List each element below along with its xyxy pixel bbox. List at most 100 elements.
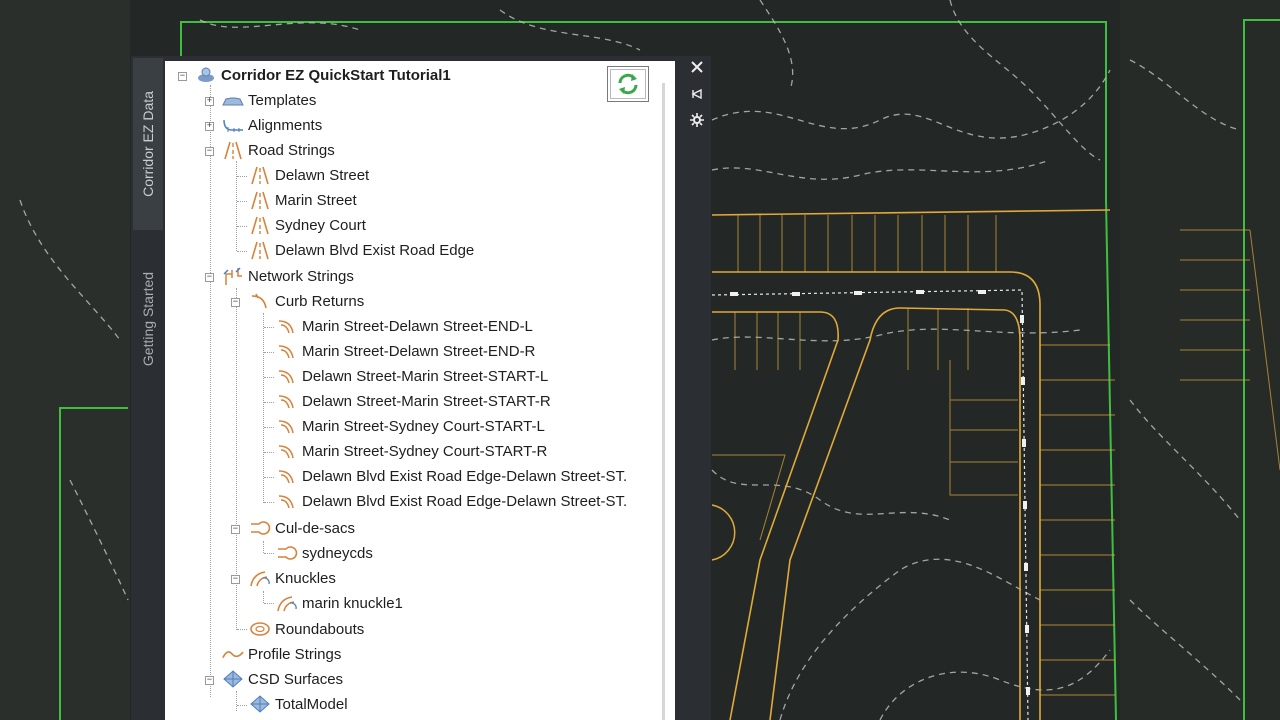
tree-item-surface[interactable]: TotalModel: [249, 692, 348, 716]
road-string-icon: [249, 165, 271, 185]
tree-item-curb-return[interactable]: Delawn Street-Marin Street-START-L: [276, 364, 548, 388]
tree-item-road-string[interactable]: Delawn Blvd Exist Road Edge: [249, 238, 474, 262]
curb-return-icon: [276, 366, 298, 386]
station-tick: [854, 291, 862, 295]
gear-icon: [690, 113, 704, 127]
curb-return-icon: [249, 291, 271, 311]
collapse-network-strings-toggle[interactable]: −: [205, 273, 214, 282]
tree-item-road-string[interactable]: Delawn Street: [249, 163, 369, 187]
corridor-ez-tree: − + + − − − − − − Corridor EZ QuickStart…: [165, 61, 675, 720]
collapse-csd-surfaces-toggle[interactable]: −: [205, 676, 214, 685]
expand-templates-toggle[interactable]: +: [205, 97, 214, 106]
curb-return-icon: [276, 316, 298, 336]
tree-scrollbar[interactable]: [662, 83, 665, 720]
curb-return-icon: [276, 491, 298, 511]
tree-item-curb-return[interactable]: Marin Street-Delawn Street-END-L: [276, 314, 533, 338]
tree-item-curb-return[interactable]: Delawn Street-Marin Street-START-R: [276, 389, 551, 413]
cul-de-sac-label: sydneycds: [302, 544, 373, 562]
curb-return-label: Marin Street-Delawn Street-END-L: [302, 317, 533, 335]
tab-getting-started[interactable]: Getting Started: [133, 244, 163, 394]
station-tick: [978, 290, 986, 294]
refresh-button[interactable]: [607, 66, 649, 102]
road-string-icon: [222, 140, 244, 160]
station-tick: [792, 292, 800, 296]
cul-de-sacs-label: Cul-de-sacs: [275, 519, 356, 537]
curb-return-label: Delawn Blvd Exist Road Edge-Delawn Stree…: [302, 492, 628, 510]
close-palette-button[interactable]: [688, 58, 706, 76]
tree-item-curb-return[interactable]: Marin Street-Sydney Court-START-R: [276, 439, 547, 463]
csd-surfaces-label: CSD Surfaces: [248, 670, 344, 688]
road-strings-label: Road Strings: [248, 141, 335, 159]
surface-icon: [249, 694, 271, 714]
alignments-label: Alignments: [248, 116, 323, 134]
expand-alignments-toggle[interactable]: +: [205, 122, 214, 131]
surface-icon: [222, 669, 244, 689]
tree-item-cul-de-sac[interactable]: sydneycds: [276, 541, 373, 565]
curb-return-icon: [276, 416, 298, 436]
knuckle-label: marin knuckle1: [302, 594, 403, 612]
tree-item-curb-return[interactable]: Marin Street-Sydney Court-START-L: [276, 414, 545, 438]
palette-settings-button[interactable]: [688, 111, 706, 129]
curb-return-icon: [276, 466, 298, 486]
tree-item-roundabouts[interactable]: Roundabouts: [249, 617, 364, 641]
refresh-icon: [618, 73, 638, 95]
cul-de-sac-icon: [276, 543, 298, 563]
station-tick: [916, 290, 924, 294]
project-icon: [195, 65, 217, 85]
collapse-road-strings-toggle[interactable]: −: [205, 147, 214, 156]
curb-return-label: Delawn Street-Marin Street-START-L: [302, 367, 549, 385]
curb-return-icon: [276, 391, 298, 411]
tree-item-road-string[interactable]: Sydney Court: [249, 213, 366, 237]
station-tick: [1022, 439, 1026, 447]
curb-return-icon: [276, 341, 298, 361]
road-string-icon: [249, 215, 271, 235]
tree-item-alignments[interactable]: Alignments: [222, 113, 322, 137]
surface-label: TotalModel: [275, 695, 348, 713]
template-icon: [222, 90, 244, 110]
auto-hide-button[interactable]: [688, 85, 706, 103]
tree-root[interactable]: Corridor EZ QuickStart Tutorial1: [195, 63, 451, 87]
knuckles-label: Knuckles: [275, 569, 336, 587]
curb-return-icon: [276, 441, 298, 461]
roundabouts-label: Roundabouts: [275, 620, 365, 638]
tree-item-curb-return[interactable]: Delawn Blvd Exist Road Edge-Delawn Stree…: [276, 489, 627, 513]
tab-getting-started-label: Getting Started: [140, 271, 157, 367]
station-tick: [1026, 687, 1030, 695]
knuckle-icon: [249, 568, 271, 588]
profile-strings-label: Profile Strings: [248, 645, 342, 663]
curb-return-label: Marin Street-Sydney Court-START-L: [302, 417, 545, 435]
roundabout-icon: [249, 619, 271, 639]
collapse-cul-de-sacs-toggle[interactable]: −: [231, 525, 240, 534]
station-tick: [1025, 625, 1029, 633]
curb-return-label: Delawn Blvd Exist Road Edge-Delawn Stree…: [302, 467, 628, 485]
collapse-knuckles-toggle[interactable]: −: [231, 575, 240, 584]
tree-item-csd-surfaces[interactable]: CSD Surfaces: [222, 667, 343, 691]
tree-item-network-strings[interactable]: Network Strings: [222, 264, 354, 288]
road-string-label: Marin Street: [275, 191, 357, 209]
tree-item-cul-de-sacs[interactable]: Cul-de-sacs: [249, 516, 355, 540]
tree-item-curb-return[interactable]: Marin Street-Delawn Street-END-R: [276, 339, 535, 363]
tree-item-templates[interactable]: Templates: [222, 88, 316, 112]
curb-return-label: Delawn Street-Marin Street-START-R: [302, 392, 551, 410]
curb-returns-label: Curb Returns: [275, 292, 365, 310]
station-tick: [1023, 501, 1027, 509]
network-strings-label: Network Strings: [248, 267, 354, 285]
tree-item-curb-return[interactable]: Delawn Blvd Exist Road Edge-Delawn Stree…: [276, 464, 627, 488]
profile-string-icon: [222, 644, 244, 664]
alignment-icon: [222, 115, 244, 135]
tree-item-curb-returns[interactable]: Curb Returns: [249, 289, 364, 313]
tree-item-knuckles[interactable]: Knuckles: [249, 566, 336, 590]
station-tick: [730, 292, 738, 296]
tree-item-knuckle[interactable]: marin knuckle1: [276, 591, 403, 615]
tree-item-road-string[interactable]: Marin Street: [249, 188, 357, 212]
collapse-root-toggle[interactable]: −: [178, 72, 187, 81]
tree-item-road-strings[interactable]: Road Strings: [222, 138, 335, 162]
tab-corridor-ez-data[interactable]: Corridor EZ Data: [133, 58, 163, 230]
collapse-curb-returns-toggle[interactable]: −: [231, 298, 240, 307]
cul-de-sac-icon: [249, 518, 271, 538]
tree-item-profile-strings[interactable]: Profile Strings: [222, 642, 341, 666]
road-string-label: Delawn Blvd Exist Road Edge: [275, 241, 475, 259]
curb-return-label: Marin Street-Delawn Street-END-R: [302, 342, 536, 360]
station-tick: [1021, 377, 1025, 385]
auto-hide-icon: [691, 88, 702, 100]
